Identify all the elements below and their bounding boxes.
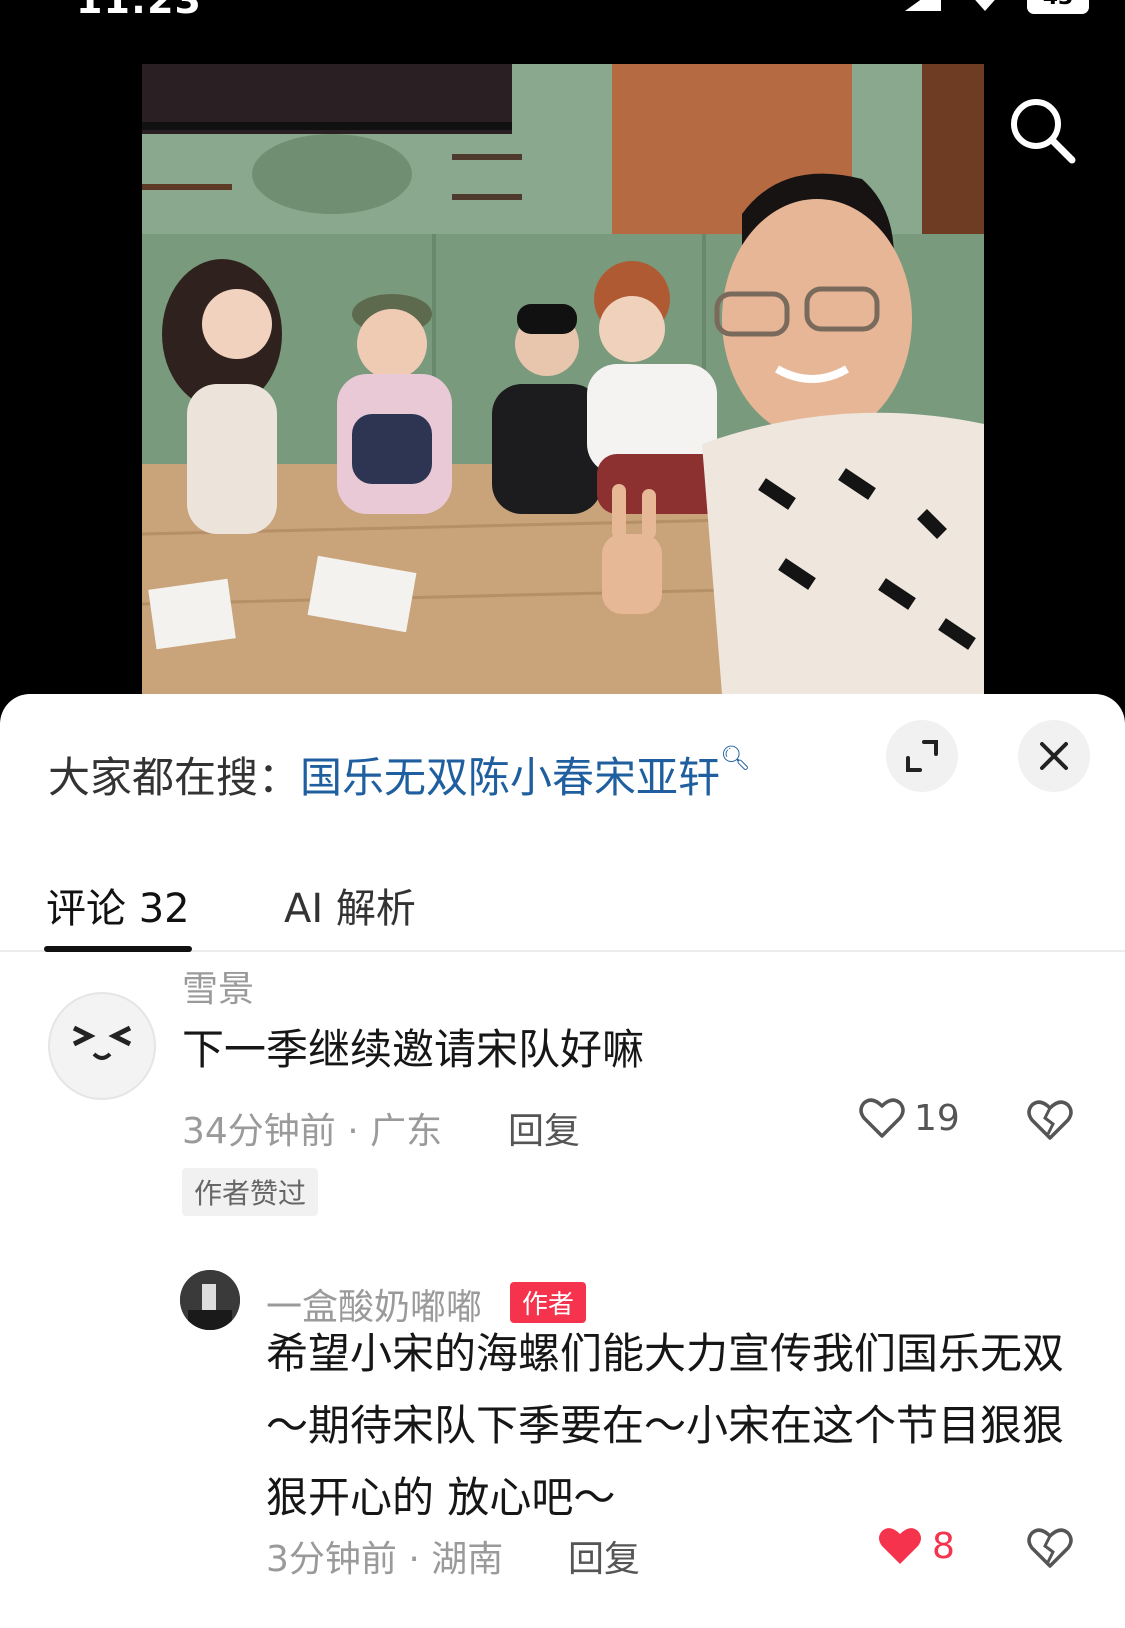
avatar[interactable] bbox=[48, 992, 156, 1100]
emoji-face-avatar bbox=[72, 1025, 132, 1060]
reply-dislike-button[interactable] bbox=[1026, 1526, 1074, 1574]
status-icons: 43 bbox=[903, 0, 1089, 14]
photo-illustration bbox=[142, 64, 984, 694]
author-tag: 作者 bbox=[510, 1282, 587, 1323]
status-bar: 11:23 43 bbox=[0, 0, 1125, 22]
comment-text: 下一季继续邀请宋队好嘛 bbox=[182, 1025, 645, 1074]
heart-filled-icon bbox=[879, 1528, 921, 1564]
reply-avatar[interactable] bbox=[180, 1270, 240, 1330]
expand-icon bbox=[906, 740, 938, 772]
reply-button[interactable]: 回复 bbox=[508, 1102, 580, 1154]
post-photo[interactable] bbox=[142, 64, 984, 694]
like-count: 19 bbox=[914, 1097, 960, 1139]
heart-icon bbox=[859, 1098, 905, 1138]
battery-indicator: 43 bbox=[1027, 0, 1089, 14]
dislike-button[interactable] bbox=[1026, 1098, 1074, 1146]
reply-text: 希望小宋的海螺们能大力宣传我们国乐无双～期待宋队下季要在～小宋在这个节目狠狠狠开… bbox=[266, 1329, 1065, 1522]
expand-button[interactable] bbox=[886, 720, 958, 792]
small-search-icon: 🔍︎ bbox=[720, 744, 751, 772]
reply-reply-button[interactable]: 回复 bbox=[568, 1530, 640, 1582]
broken-heart-icon bbox=[1027, 1100, 1073, 1140]
search-icon bbox=[1011, 99, 1076, 164]
close-button[interactable] bbox=[1018, 720, 1090, 792]
tab-ai-analysis[interactable]: AI 解析 bbox=[284, 876, 416, 934]
active-tab-indicator bbox=[44, 946, 192, 952]
reply-time-location: 3分钟前 · 湖南 bbox=[266, 1539, 504, 1580]
suggestion-query-link[interactable]: 国乐无双陈小春宋亚轩 bbox=[300, 753, 720, 802]
reply-like-button[interactable]: 8 bbox=[876, 1524, 955, 1568]
comment-time-location: 34分钟前 · 广东 bbox=[182, 1111, 443, 1152]
screen: 11:23 43 bbox=[0, 0, 1125, 1628]
status-time: 11:23 bbox=[76, 0, 202, 22]
search-suggestion[interactable]: 大家都在搜：国乐无双陈小春宋亚轩🔍︎ bbox=[48, 744, 751, 805]
author-liked-badge: 作者赞过 bbox=[182, 1168, 319, 1216]
search-button[interactable] bbox=[1006, 94, 1078, 166]
suggestion-prefix: 大家都在搜： bbox=[48, 753, 301, 802]
tab-comments[interactable]: 评论 32 bbox=[46, 876, 190, 934]
reply-like-count: 8 bbox=[932, 1525, 955, 1567]
tab-bar: 评论 32 AI 解析 bbox=[0, 854, 1125, 952]
comment-user-name[interactable]: 雪景 bbox=[182, 960, 254, 1012]
reply-avatar-image bbox=[180, 1270, 240, 1330]
signal-icon bbox=[905, 0, 941, 11]
like-button[interactable]: 19 bbox=[858, 1096, 960, 1140]
close-icon bbox=[1040, 742, 1068, 770]
comments-sheet: 大家都在搜：国乐无双陈小春宋亚轩🔍︎ 评论 32 AI 解析 雪景 下一季继续邀… bbox=[0, 694, 1125, 1628]
wifi-icon bbox=[975, 0, 995, 11]
broken-heart-icon bbox=[1027, 1528, 1073, 1568]
